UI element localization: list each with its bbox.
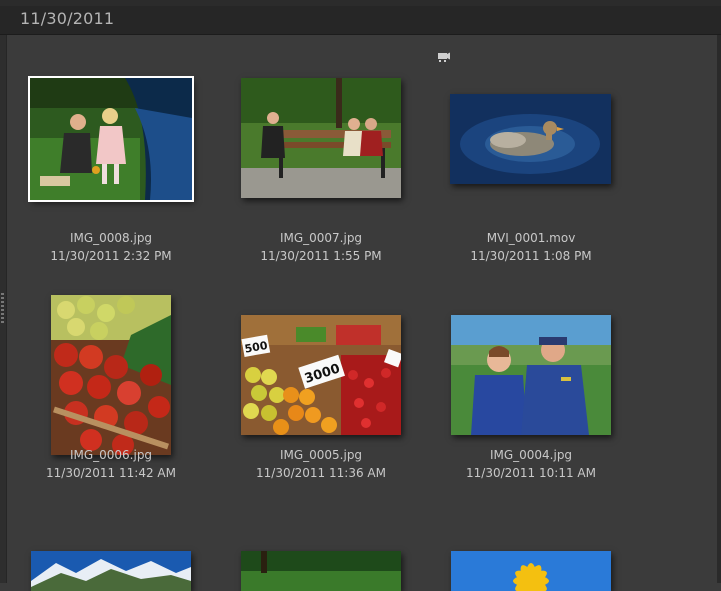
file-name: IMG_0007.jpg xyxy=(279,231,363,245)
photo-thumbnail[interactable] xyxy=(241,78,401,198)
file-timestamp: 11/30/2011 11:36 AM xyxy=(256,466,386,480)
photo-thumbnail[interactable] xyxy=(28,76,194,202)
file-name: IMG_0005.jpg xyxy=(279,448,363,462)
photo-thumbnail[interactable] xyxy=(451,551,611,591)
left-panel-edge xyxy=(0,35,7,583)
group-date-label: 11/30/2011 xyxy=(20,9,115,28)
photo-thumbnail[interactable] xyxy=(451,315,611,435)
file-name: MVI_0001.mov xyxy=(486,231,576,245)
drag-grip-icon[interactable] xyxy=(1,293,4,323)
photo-thumbnail[interactable] xyxy=(31,551,191,591)
file-timestamp: 11/30/2011 10:11 AM xyxy=(466,466,596,480)
photo-thumbnail[interactable]: 500 3000 xyxy=(241,315,401,435)
photo-thumbnail[interactable] xyxy=(51,295,171,455)
file-name: IMG_0004.jpg xyxy=(489,448,573,462)
video-camera-icon xyxy=(438,52,450,62)
video-thumbnail[interactable] xyxy=(450,94,611,184)
file-timestamp: 11/30/2011 1:55 PM xyxy=(260,249,382,263)
vertical-scrollbar[interactable] xyxy=(717,35,721,583)
file-timestamp: 11/30/2011 1:08 PM xyxy=(470,249,592,263)
date-group-header: 11/30/2011 xyxy=(0,6,721,35)
file-name: IMG_0008.jpg xyxy=(69,231,153,245)
photo-thumbnail[interactable] xyxy=(241,551,401,591)
file-timestamp: 11/30/2011 11:42 AM xyxy=(46,466,176,480)
file-timestamp: 11/30/2011 2:32 PM xyxy=(50,249,172,263)
file-name: IMG_0006.jpg xyxy=(69,448,153,462)
